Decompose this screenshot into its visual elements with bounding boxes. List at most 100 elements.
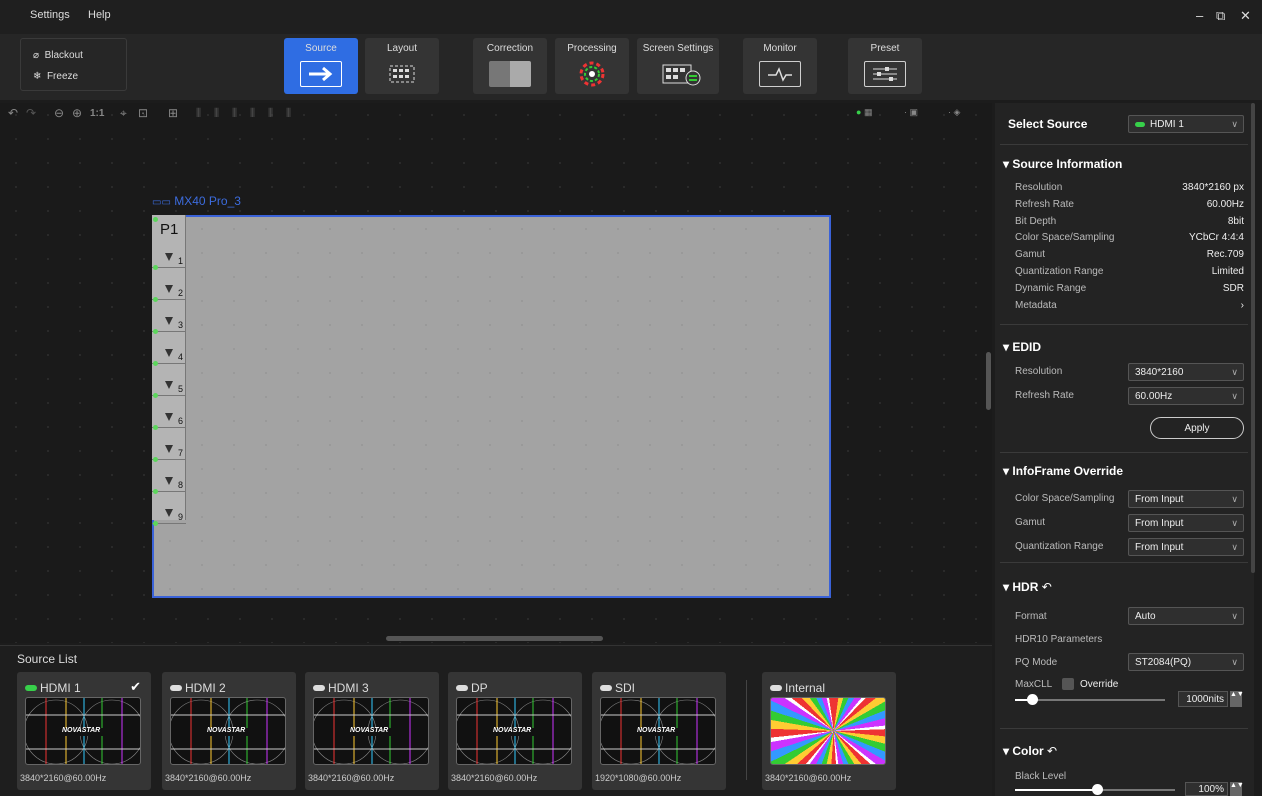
edid-header[interactable]: ▾ EDID	[1003, 340, 1041, 354]
color-header[interactable]: ▾ Color ↶	[1003, 744, 1057, 758]
tab-source[interactable]: Source	[284, 38, 358, 94]
infoframe-dropdown[interactable]: From Input ∨	[1128, 490, 1244, 508]
canvas-toolbar: ↶ ↷ ⊖ ⊕ 1:1 ⌖ ⊡ ⊞ ⫴ ⫴ ⫴ ⫴ ⫴ ⫴ ● ▦ · ▣ · …	[8, 106, 988, 124]
fit-screen-icon[interactable]: ⊡	[138, 106, 148, 120]
source-card-sdi[interactable]: SDI NOVASTAR 1920*1080@60.00Hz	[592, 672, 726, 790]
zoom-actual-button[interactable]: 1:1	[90, 108, 104, 119]
spinner-icon[interactable]: ▲▼	[1230, 691, 1244, 707]
source-thumbnail: NOVASTAR	[25, 697, 141, 765]
minimize-button[interactable]: –	[1196, 8, 1203, 23]
apply-button[interactable]: Apply	[1150, 417, 1244, 439]
source-name: HDMI 1	[40, 681, 81, 695]
menu-help[interactable]: Help	[88, 9, 111, 21]
info-label: Gamut	[1015, 249, 1046, 261]
panel-scrollbar[interactable]	[1251, 103, 1255, 573]
blackout-icon: ⌀	[33, 50, 40, 61]
override-checkbox[interactable]	[1062, 678, 1074, 690]
align-right-icon[interactable]: ⫴	[214, 106, 219, 121]
maxcll-input[interactable]: 1000nits	[1178, 691, 1228, 707]
view-mode-grid-icon[interactable]: ● ▦	[856, 107, 872, 118]
correction-icon	[489, 61, 531, 87]
select-source-value: HDMI 1	[1150, 119, 1184, 130]
view-mode-screen-icon[interactable]: · ▣	[904, 107, 918, 118]
source-status-led	[25, 685, 37, 691]
distribute-h-icon[interactable]: ⫴	[268, 106, 273, 121]
distribute-v-icon[interactable]: ⫴	[286, 106, 291, 121]
blackout-button[interactable]: ⌀ Blackout	[33, 50, 83, 61]
info-label: Color Space/Sampling	[1015, 232, 1115, 244]
port-segment[interactable]: 6	[152, 395, 186, 430]
edid-resolution-dropdown[interactable]: 3840*2160 ∨	[1128, 363, 1244, 381]
reset-icon[interactable]: ↶	[1047, 744, 1057, 758]
freeze-button[interactable]: ❄ Freeze	[33, 71, 78, 82]
align-top-icon[interactable]: ⫴	[232, 106, 237, 121]
port-strip[interactable]: P1 123456789	[152, 215, 186, 526]
port-segment[interactable]: 1	[152, 235, 186, 270]
chevron-down-icon: ∨	[1231, 367, 1238, 377]
hdr-header[interactable]: ▾ HDR ↶	[1003, 580, 1052, 594]
align-bottom-icon[interactable]: ⫴	[250, 106, 255, 121]
blackout-label: Blackout	[44, 50, 83, 61]
tab-layout[interactable]: Layout	[365, 38, 439, 94]
source-info-header[interactable]: ▾ Source Information	[1003, 157, 1122, 171]
zoom-in-icon[interactable]: ⊕	[72, 106, 82, 120]
divider	[1000, 324, 1248, 325]
port-segment[interactable]: 2	[152, 267, 186, 302]
chevron-down-icon: ∨	[1231, 611, 1238, 621]
tab-source-label: Source	[305, 43, 337, 54]
reset-icon[interactable]: ↶	[1042, 580, 1052, 594]
tab-screen-settings[interactable]: Screen Settings	[637, 38, 719, 94]
source-divider	[746, 680, 747, 780]
infoframe-dropdown[interactable]: From Input ∨	[1128, 538, 1244, 556]
fit-icon[interactable]: ⌖	[120, 106, 127, 121]
pq-mode-dropdown[interactable]: ST2084(PQ) ∨	[1128, 653, 1244, 671]
source-card-hdmi1[interactable]: HDMI 1 ✔ NOVASTAR 3840*2160@60.00Hz	[17, 672, 151, 790]
tab-processing[interactable]: Processing	[555, 38, 629, 94]
infoframe-dropdown[interactable]: From Input ∨	[1128, 514, 1244, 532]
segment-number: 6	[177, 416, 183, 426]
zoom-out-icon[interactable]: ⊖	[54, 106, 64, 120]
port-segment[interactable]: 9	[152, 491, 186, 526]
tab-processing-label: Processing	[567, 43, 617, 54]
maxcll-slider-handle[interactable]	[1027, 694, 1038, 705]
redo-icon[interactable]: ↷	[26, 106, 36, 120]
black-level-input[interactable]: 100%	[1185, 782, 1228, 796]
undo-icon[interactable]: ↶	[8, 106, 18, 120]
port-segment[interactable]: 8	[152, 459, 186, 494]
layout-grid-icon	[381, 61, 423, 87]
port-segment[interactable]: 3	[152, 299, 186, 334]
arrow-down-icon	[165, 477, 173, 485]
led-screen[interactable]	[152, 215, 831, 598]
restore-button[interactable]: ⧉	[1216, 8, 1225, 24]
port-segment[interactable]: 7	[152, 427, 186, 462]
source-card-hdmi2[interactable]: HDMI 2 NOVASTAR 3840*2160@60.00Hz	[162, 672, 296, 790]
source-card-internal[interactable]: Internal 3840*2160@60.00Hz	[762, 672, 896, 790]
horizontal-scrollbar[interactable]	[386, 636, 603, 641]
spinner-icon[interactable]: ▲▼	[1230, 782, 1244, 796]
black-level-handle[interactable]	[1092, 784, 1103, 795]
grid-icon[interactable]: ⊞	[168, 106, 178, 120]
infoframe-header[interactable]: ▾ InfoFrame Override	[1003, 464, 1123, 478]
tab-monitor[interactable]: Monitor	[743, 38, 817, 94]
select-source-dropdown[interactable]: HDMI 1 ∨	[1128, 115, 1244, 133]
info-value[interactable]: ›	[1130, 300, 1244, 311]
edid-refresh-dropdown[interactable]: 60.00Hz ∨	[1128, 387, 1244, 405]
port-segment[interactable]: 4	[152, 331, 186, 366]
align-left-icon[interactable]: ⫴	[196, 106, 201, 121]
arrow-down-icon	[165, 285, 173, 293]
vertical-scrollbar[interactable]	[986, 352, 991, 410]
view-mode-layers-icon[interactable]: · ◈	[948, 107, 960, 118]
source-card-hdmi3[interactable]: HDMI 3 NOVASTAR 3840*2160@60.00Hz	[305, 672, 439, 790]
tab-preset[interactable]: Preset	[848, 38, 922, 94]
menu-settings[interactable]: Settings	[30, 9, 70, 21]
port-segment[interactable]: 5	[152, 363, 186, 398]
close-button[interactable]: ✕	[1240, 8, 1251, 24]
tab-monitor-label: Monitor	[763, 43, 797, 54]
infoframe-value: From Input	[1135, 494, 1184, 505]
source-resolution: 3840*2160@60.00Hz	[165, 773, 252, 783]
tab-correction[interactable]: Correction	[473, 38, 547, 94]
info-label: Bit Depth	[1015, 215, 1057, 227]
source-card-dp[interactable]: DP NOVASTAR 3840*2160@60.00Hz	[448, 672, 582, 790]
hdr-format-dropdown[interactable]: Auto ∨	[1128, 607, 1244, 625]
segment-number: 5	[177, 384, 183, 394]
